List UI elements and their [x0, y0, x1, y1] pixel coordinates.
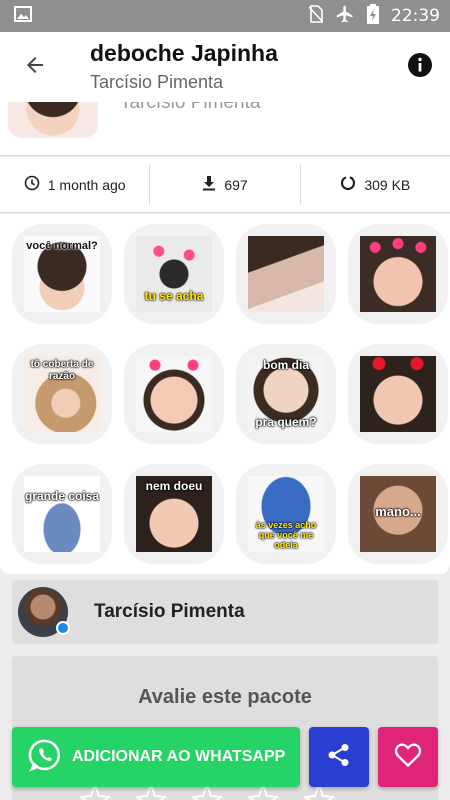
download-icon [202, 175, 216, 194]
pack-author: Tarcísio Pimenta [90, 72, 224, 92]
sticker-caption-bottom: pra quem? [255, 415, 317, 429]
status-bar: 22:39 [0, 0, 450, 32]
sticker-grid-container: você normal? tu se acha tô coberta de ra… [0, 214, 450, 574]
favorite-button[interactable] [378, 727, 438, 787]
sticker-item[interactable] [348, 344, 448, 444]
sticker-item[interactable]: grande coisa [12, 464, 112, 564]
sticker-caption: você normal? [26, 240, 98, 252]
info-icon [407, 52, 433, 83]
sticker-item[interactable]: tu se acha [124, 224, 224, 324]
sticker-item[interactable]: às vezes acho que você me odeia [236, 464, 336, 564]
pack-stats: 1 month ago 697 309 KB [0, 157, 450, 213]
sticker-item[interactable]: você normal? [12, 224, 112, 324]
sticker-item[interactable] [236, 224, 336, 324]
clock-icon [24, 175, 40, 194]
sticker-caption-top: bom dia [262, 358, 309, 372]
verified-badge-icon [56, 621, 70, 635]
sticker-item[interactable]: nem doeu [124, 464, 224, 564]
airplane-icon [335, 4, 355, 29]
rate-title: Avalie este pacote [138, 686, 312, 708]
author-name: Tarcísio Pimenta [94, 601, 245, 622]
pack-title: deboche Japinha [90, 40, 278, 66]
sticker-item[interactable]: bom dia pra quem? [236, 344, 336, 444]
updated-stat: 1 month ago [0, 165, 149, 205]
sticker-item[interactable] [124, 344, 224, 444]
heart-outline-icon [394, 742, 422, 773]
avatar [18, 587, 70, 637]
sticker-caption: mano... [375, 504, 421, 519]
storage-icon [340, 175, 356, 194]
downloads-value: 697 [224, 176, 248, 193]
sticker-item[interactable]: tô coberta de razão [12, 344, 112, 444]
add-to-whatsapp-label: ADICIONAR AO WHATSAPP [72, 748, 286, 765]
no-sim-icon [308, 4, 324, 28]
share-icon [326, 742, 352, 773]
info-button[interactable] [390, 32, 450, 102]
share-button[interactable] [309, 727, 369, 787]
size-value: 309 KB [364, 176, 411, 193]
arrow-back-icon [23, 53, 47, 82]
downloads-stat: 697 [149, 164, 299, 205]
battery-charging-icon [367, 3, 379, 29]
sticker-caption: tu se acha [144, 289, 204, 303]
whatsapp-icon [28, 738, 62, 777]
pack-header-scrolled: Tarcísio Pimenta [0, 102, 450, 156]
size-stat: 309 KB [299, 164, 450, 205]
sticker-caption: nem doeu [145, 479, 203, 493]
clock-time: 22:39 [391, 6, 440, 26]
sticker-caption: grande coisa [24, 489, 100, 503]
pack-tray-thumbnail [8, 102, 98, 138]
sticker-item[interactable] [348, 224, 448, 324]
add-to-whatsapp-button[interactable]: ADICIONAR AO WHATSAPP [12, 727, 300, 787]
pack-author-label: Tarcísio Pimenta [120, 102, 261, 113]
sticker-caption: às vezes acho que você me odeia [255, 520, 317, 550]
author-card[interactable]: Tarcísio Pimenta [12, 580, 438, 644]
sticker-item[interactable]: mano... [348, 464, 448, 564]
back-button[interactable] [0, 32, 70, 102]
image-icon [14, 5, 32, 27]
sticker-caption: tô coberta de razão [30, 359, 94, 382]
app-toolbar: deboche Japinha Tarcísio Pimenta [0, 32, 450, 102]
sticker-grid: você normal? tu se acha tô coberta de ra… [0, 214, 450, 564]
updated-value: 1 month ago [47, 176, 126, 193]
